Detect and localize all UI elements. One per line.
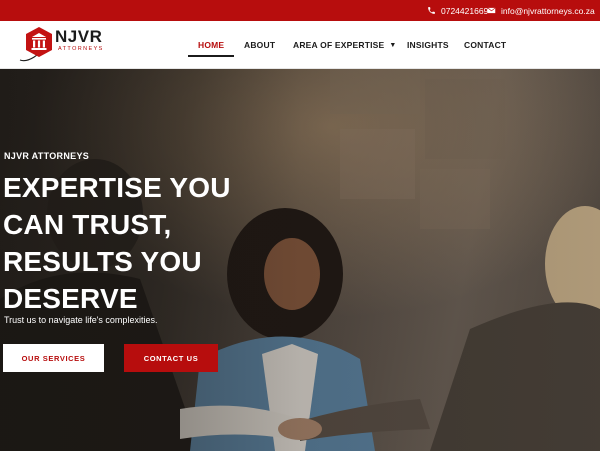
nav-about-label: ABOUT — [244, 40, 276, 50]
hero-title-line-4: DESERVE — [3, 283, 138, 314]
hero-subtitle: Trust us to navigate life's complexities… — [4, 315, 158, 325]
nav-item-about[interactable]: ABOUT — [244, 21, 275, 69]
contact-us-button[interactable]: CONTACT US — [124, 344, 218, 372]
brand-name: NJVR — [55, 27, 103, 46]
main-navbar: NJVR ATTORNEYS HOME ABOUT AREA OF EXPERT… — [0, 21, 600, 69]
brand-tagline: ATTORNEYS — [58, 46, 104, 52]
hero-title-line-1: EXPERTISE YOU — [3, 172, 231, 203]
phone-link[interactable]: 0724421669 — [427, 0, 488, 21]
envelope-icon — [487, 7, 496, 14]
caret-down-icon: ▼ — [389, 41, 397, 49]
email-address: info@njvrattorneys.co.za — [501, 5, 595, 16]
courthouse-icon — [26, 27, 52, 57]
logo[interactable]: NJVR ATTORNEYS — [18, 26, 108, 62]
nav-item-area-of-expertise[interactable]: AREA OF EXPERTISE ▼ — [293, 21, 397, 69]
hero-title: EXPERTISE YOU CAN TRUST, RESULTS YOU DES… — [3, 169, 303, 317]
hero-title-line-3: RESULTS YOU — [3, 246, 202, 277]
our-services-button[interactable]: OUR SERVICES — [3, 344, 104, 372]
email-link[interactable]: info@njvrattorneys.co.za — [487, 0, 595, 21]
nav-item-home[interactable]: HOME — [198, 21, 224, 69]
top-contact-bar: 0724421669 info@njvrattorneys.co.za — [0, 0, 600, 21]
nav-active-underline — [188, 55, 234, 57]
nav-contact-label: CONTACT — [464, 40, 507, 50]
nav-home-label: HOME — [198, 40, 225, 50]
hero-title-line-2: CAN TRUST, — [3, 209, 172, 240]
phone-number: 0724421669 — [441, 5, 489, 16]
nav-expertise-label: AREA OF EXPERTISE — [293, 40, 385, 50]
hero-eyebrow: NJVR ATTORNEYS — [4, 151, 90, 161]
phone-icon — [428, 7, 435, 14]
nav-item-contact[interactable]: CONTACT — [464, 21, 506, 69]
hero-section: NJVR ATTORNEYS EXPERTISE YOU CAN TRUST, … — [0, 69, 600, 451]
nav-item-insights[interactable]: INSIGHTS — [407, 21, 449, 69]
nav-insights-label: INSIGHTS — [407, 40, 449, 50]
